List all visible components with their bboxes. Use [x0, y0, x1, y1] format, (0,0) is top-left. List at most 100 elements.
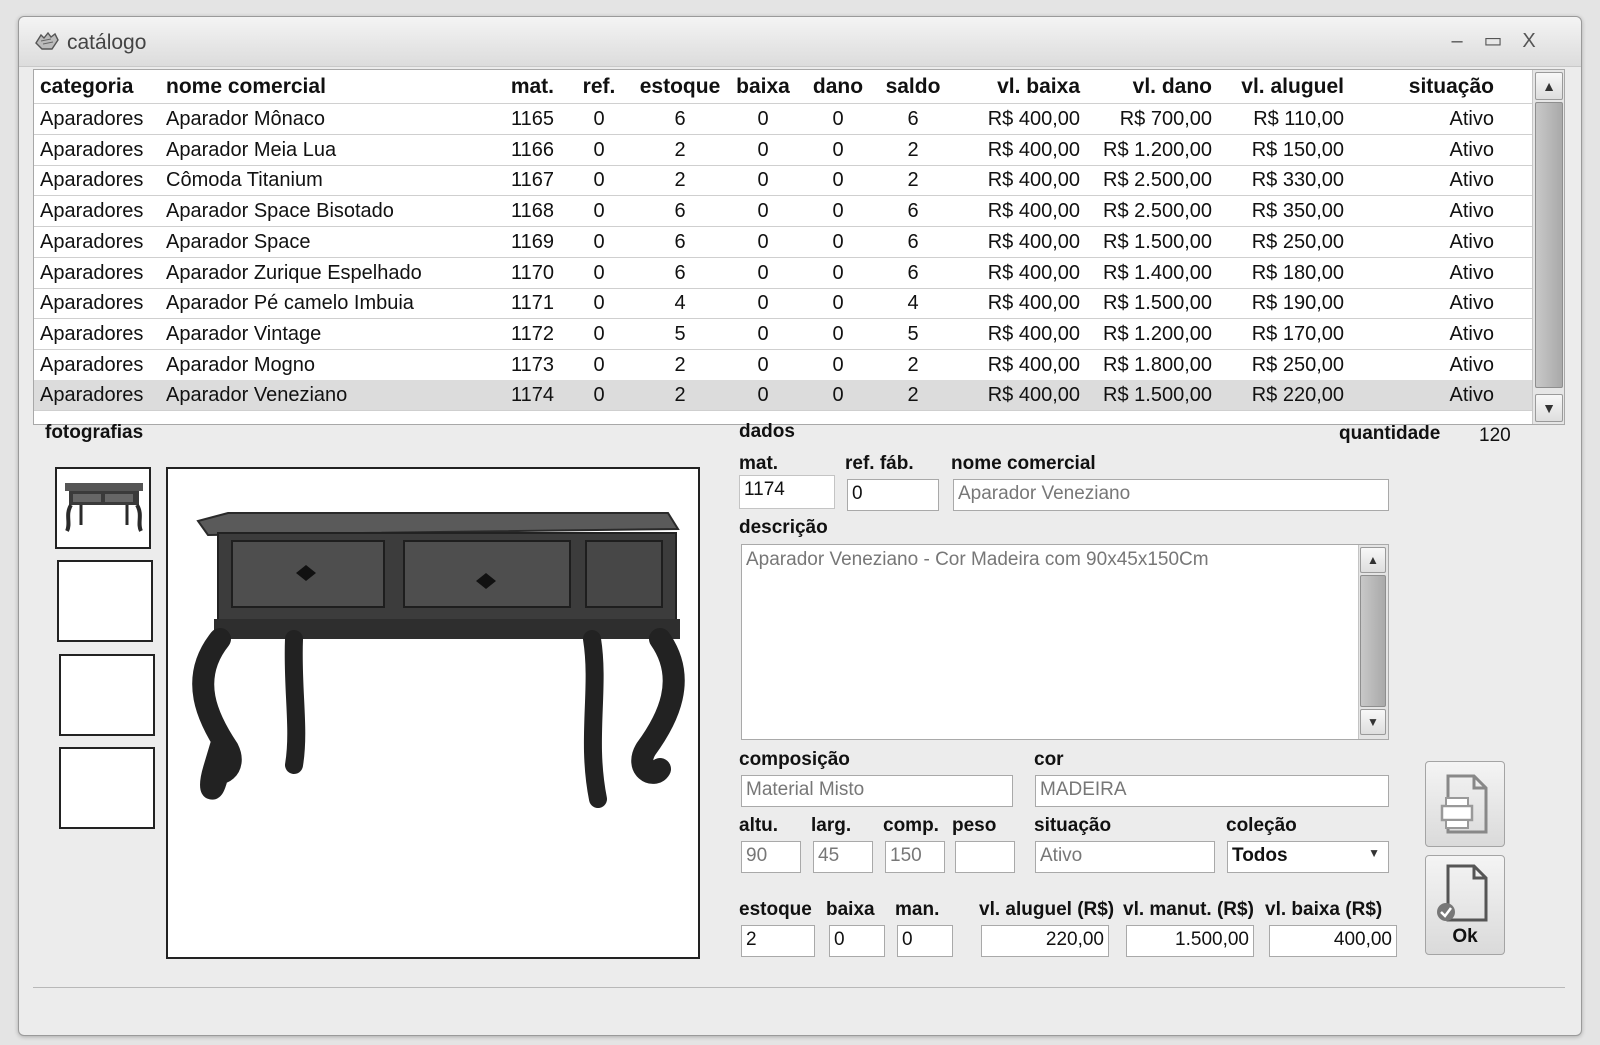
cell-categoria: Aparadores — [40, 322, 144, 345]
descricao-scroll-up[interactable]: ▲ — [1360, 547, 1386, 573]
grid-body[interactable]: Aparadores Aparador Mônaco 1165 0 6 0 0 6 R$ 400… — [34, 104, 1532, 424]
column-header-baixa[interactable]: baixa — [734, 75, 792, 99]
cell-baixa: 0 — [757, 353, 769, 376]
table-row[interactable]: Aparadores Aparador Mônaco 1165 0 6 0 0 6 R$ 400… — [34, 104, 1532, 135]
larg-field[interactable]: 45 — [813, 841, 873, 873]
vl-baixa-label: vl. baixa (R$) — [1265, 899, 1383, 920]
descricao-scroll-down[interactable]: ▼ — [1360, 709, 1386, 735]
scroll-down-button[interactable]: ▼ — [1535, 394, 1563, 422]
cell-situacao: Ativo — [1449, 108, 1494, 130]
ok-button[interactable]: Ok — [1425, 855, 1505, 955]
document-check-icon — [1437, 864, 1488, 922]
title-bar[interactable]: catálogo – ▭ X — [19, 17, 1581, 67]
column-header-vl-aluguel[interactable]: vl. aluguel — [1216, 75, 1344, 99]
cell-baixa: 0 — [757, 169, 769, 192]
cell-vl-dano: R$ 1.200,00 — [1103, 138, 1212, 161]
cell-saldo: 6 — [907, 108, 919, 130]
situacao-field[interactable]: Ativo — [1035, 841, 1215, 873]
print-button[interactable] — [1425, 761, 1505, 847]
descricao-text: Aparador Veneziano - Cor Madeira com 90x… — [746, 549, 1209, 570]
cell-vl-dano: R$ 1.200,00 — [1103, 322, 1212, 345]
comp-field[interactable]: 150 — [885, 841, 945, 873]
descricao-scroll-thumb[interactable] — [1360, 575, 1386, 707]
column-header-situacao[interactable]: situação — [1354, 75, 1494, 99]
scroll-thumb[interactable] — [1535, 102, 1563, 388]
cell-ref: 0 — [593, 108, 605, 130]
column-header-mat[interactable]: mat. — [494, 75, 554, 99]
man-field[interactable]: 0 — [897, 925, 953, 957]
table-row[interactable]: Aparadores Aparador Mogno 1173 0 2 0 0 2 R$ 400,… — [34, 350, 1532, 381]
scroll-up-button[interactable]: ▲ — [1535, 72, 1563, 100]
cell-nome-comercial: Aparador Vintage — [166, 322, 322, 345]
table-row[interactable]: Aparadores Aparador Veneziano 1174 0 2 0 0 2 R$ … — [34, 380, 1532, 412]
cell-estoque: 6 — [674, 200, 686, 223]
cell-vl-baixa: R$ 400,00 — [987, 230, 1080, 253]
catalog-grid[interactable]: categoria nome comercial mat. ref. estoque ba… — [33, 69, 1565, 425]
estoque-field[interactable]: 2 — [741, 925, 815, 957]
cell-nome-comercial: Aparador Zurique Espelhado — [166, 261, 422, 284]
cell-baixa: 0 — [757, 230, 769, 253]
dados-section-label: dados — [739, 421, 795, 442]
table-row[interactable]: Aparadores Cômoda Titanium 1167 0 2 0 0 2 R$ 400… — [34, 165, 1532, 197]
cell-vl-baixa: R$ 400,00 — [987, 292, 1080, 315]
maximize-button[interactable]: ▭ — [1481, 29, 1505, 53]
vl-manut-field[interactable]: 1.500,00 — [1126, 925, 1254, 957]
composicao-field[interactable]: Material Misto — [741, 775, 1013, 807]
column-header-vl-baixa[interactable]: vl. baixa — [956, 75, 1080, 99]
nome-comercial-label: nome comercial — [951, 453, 1096, 474]
cell-vl-baixa: R$ 400,00 — [987, 108, 1080, 130]
table-row[interactable]: Aparadores Aparador Meia Lua 1166 0 2 0 0 2 R$ 4… — [34, 135, 1532, 166]
baixa-field[interactable]: 0 — [829, 925, 885, 957]
cell-vl-aluguel: R$ 150,00 — [1251, 138, 1344, 161]
minimize-button[interactable]: – — [1445, 29, 1469, 53]
grid-header: categoria nome comercial mat. ref. estoque ba… — [34, 70, 1532, 104]
cell-mat: 1165 — [510, 108, 554, 130]
table-thumbnail-image — [65, 483, 143, 532]
descricao-textarea[interactable]: Aparador Veneziano - Cor Madeira com 90x… — [741, 544, 1389, 740]
estoque-label: estoque — [739, 899, 812, 920]
table-row[interactable]: Aparadores Aparador Vintage 1172 0 5 0 0 5 R$ 40… — [34, 319, 1532, 350]
column-header-estoque[interactable]: estoque — [638, 75, 722, 99]
column-header-dano[interactable]: dano — [806, 75, 870, 99]
photo-thumbnail-2[interactable] — [57, 560, 153, 642]
table-row[interactable]: Aparadores Aparador Pé camelo Imbuia 1171 0… — [34, 288, 1532, 320]
cell-baixa: 0 — [757, 384, 769, 407]
close-button[interactable]: X — [1517, 29, 1541, 53]
cell-vl-baixa: R$ 400,00 — [987, 261, 1080, 284]
vl-baixa-field[interactable]: 400,00 — [1269, 925, 1397, 957]
quantidade-value: 120 — [1479, 425, 1511, 446]
column-header-saldo[interactable]: saldo — [882, 75, 944, 99]
column-header-vl-dano[interactable]: vl. dano — [1084, 75, 1212, 99]
descricao-label: descrição — [739, 517, 828, 538]
photo-thumbnail-3[interactable] — [59, 654, 155, 736]
window-title: catálogo — [67, 31, 147, 54]
photo-thumbnail-4[interactable] — [59, 747, 155, 829]
table-row[interactable]: Aparadores Aparador Space 1169 0 6 0 0 6 R$ 400,… — [34, 227, 1532, 258]
table-row[interactable]: Aparadores Aparador Zurique Espelhado 1170… — [34, 258, 1532, 289]
column-header-nome-comercial[interactable]: nome comercial — [166, 75, 486, 99]
status-divider — [33, 987, 1565, 989]
cell-nome-comercial: Aparador Pé camelo Imbuia — [166, 292, 414, 315]
ref-fab-field[interactable]: 0 — [847, 479, 939, 511]
grid-scrollbar[interactable]: ▲ ▼ — [1532, 70, 1564, 424]
cell-vl-baixa: R$ 400,00 — [987, 353, 1080, 376]
colecao-select[interactable]: Todos ▼ — [1227, 841, 1389, 873]
table-row[interactable]: Aparadores Aparador Space Bisotado 1168 0 6 0… — [34, 196, 1532, 228]
vl-aluguel-field[interactable]: 220,00 — [981, 925, 1109, 957]
altu-field[interactable]: 90 — [741, 841, 801, 873]
mat-label: mat. — [739, 453, 779, 474]
cell-vl-aluguel: R$ 220,00 — [1251, 384, 1344, 407]
mat-field: 1174 — [739, 475, 835, 509]
nome-comercial-field[interactable]: Aparador Veneziano — [953, 479, 1389, 511]
column-header-ref[interactable]: ref. — [572, 75, 626, 99]
peso-field[interactable] — [955, 841, 1015, 873]
cor-field[interactable]: MADEIRA — [1035, 775, 1389, 807]
cell-vl-baixa: R$ 400,00 — [987, 384, 1080, 407]
cell-dano: 0 — [832, 292, 844, 315]
cell-mat: 1166 — [510, 138, 554, 161]
baixa-label: baixa — [826, 899, 875, 920]
cell-situacao: Ativo — [1449, 353, 1494, 376]
descricao-scrollbar[interactable]: ▲ ▼ — [1358, 545, 1388, 739]
photo-thumbnail-1[interactable] — [55, 467, 151, 549]
column-header-categoria[interactable]: categoria — [40, 75, 160, 99]
